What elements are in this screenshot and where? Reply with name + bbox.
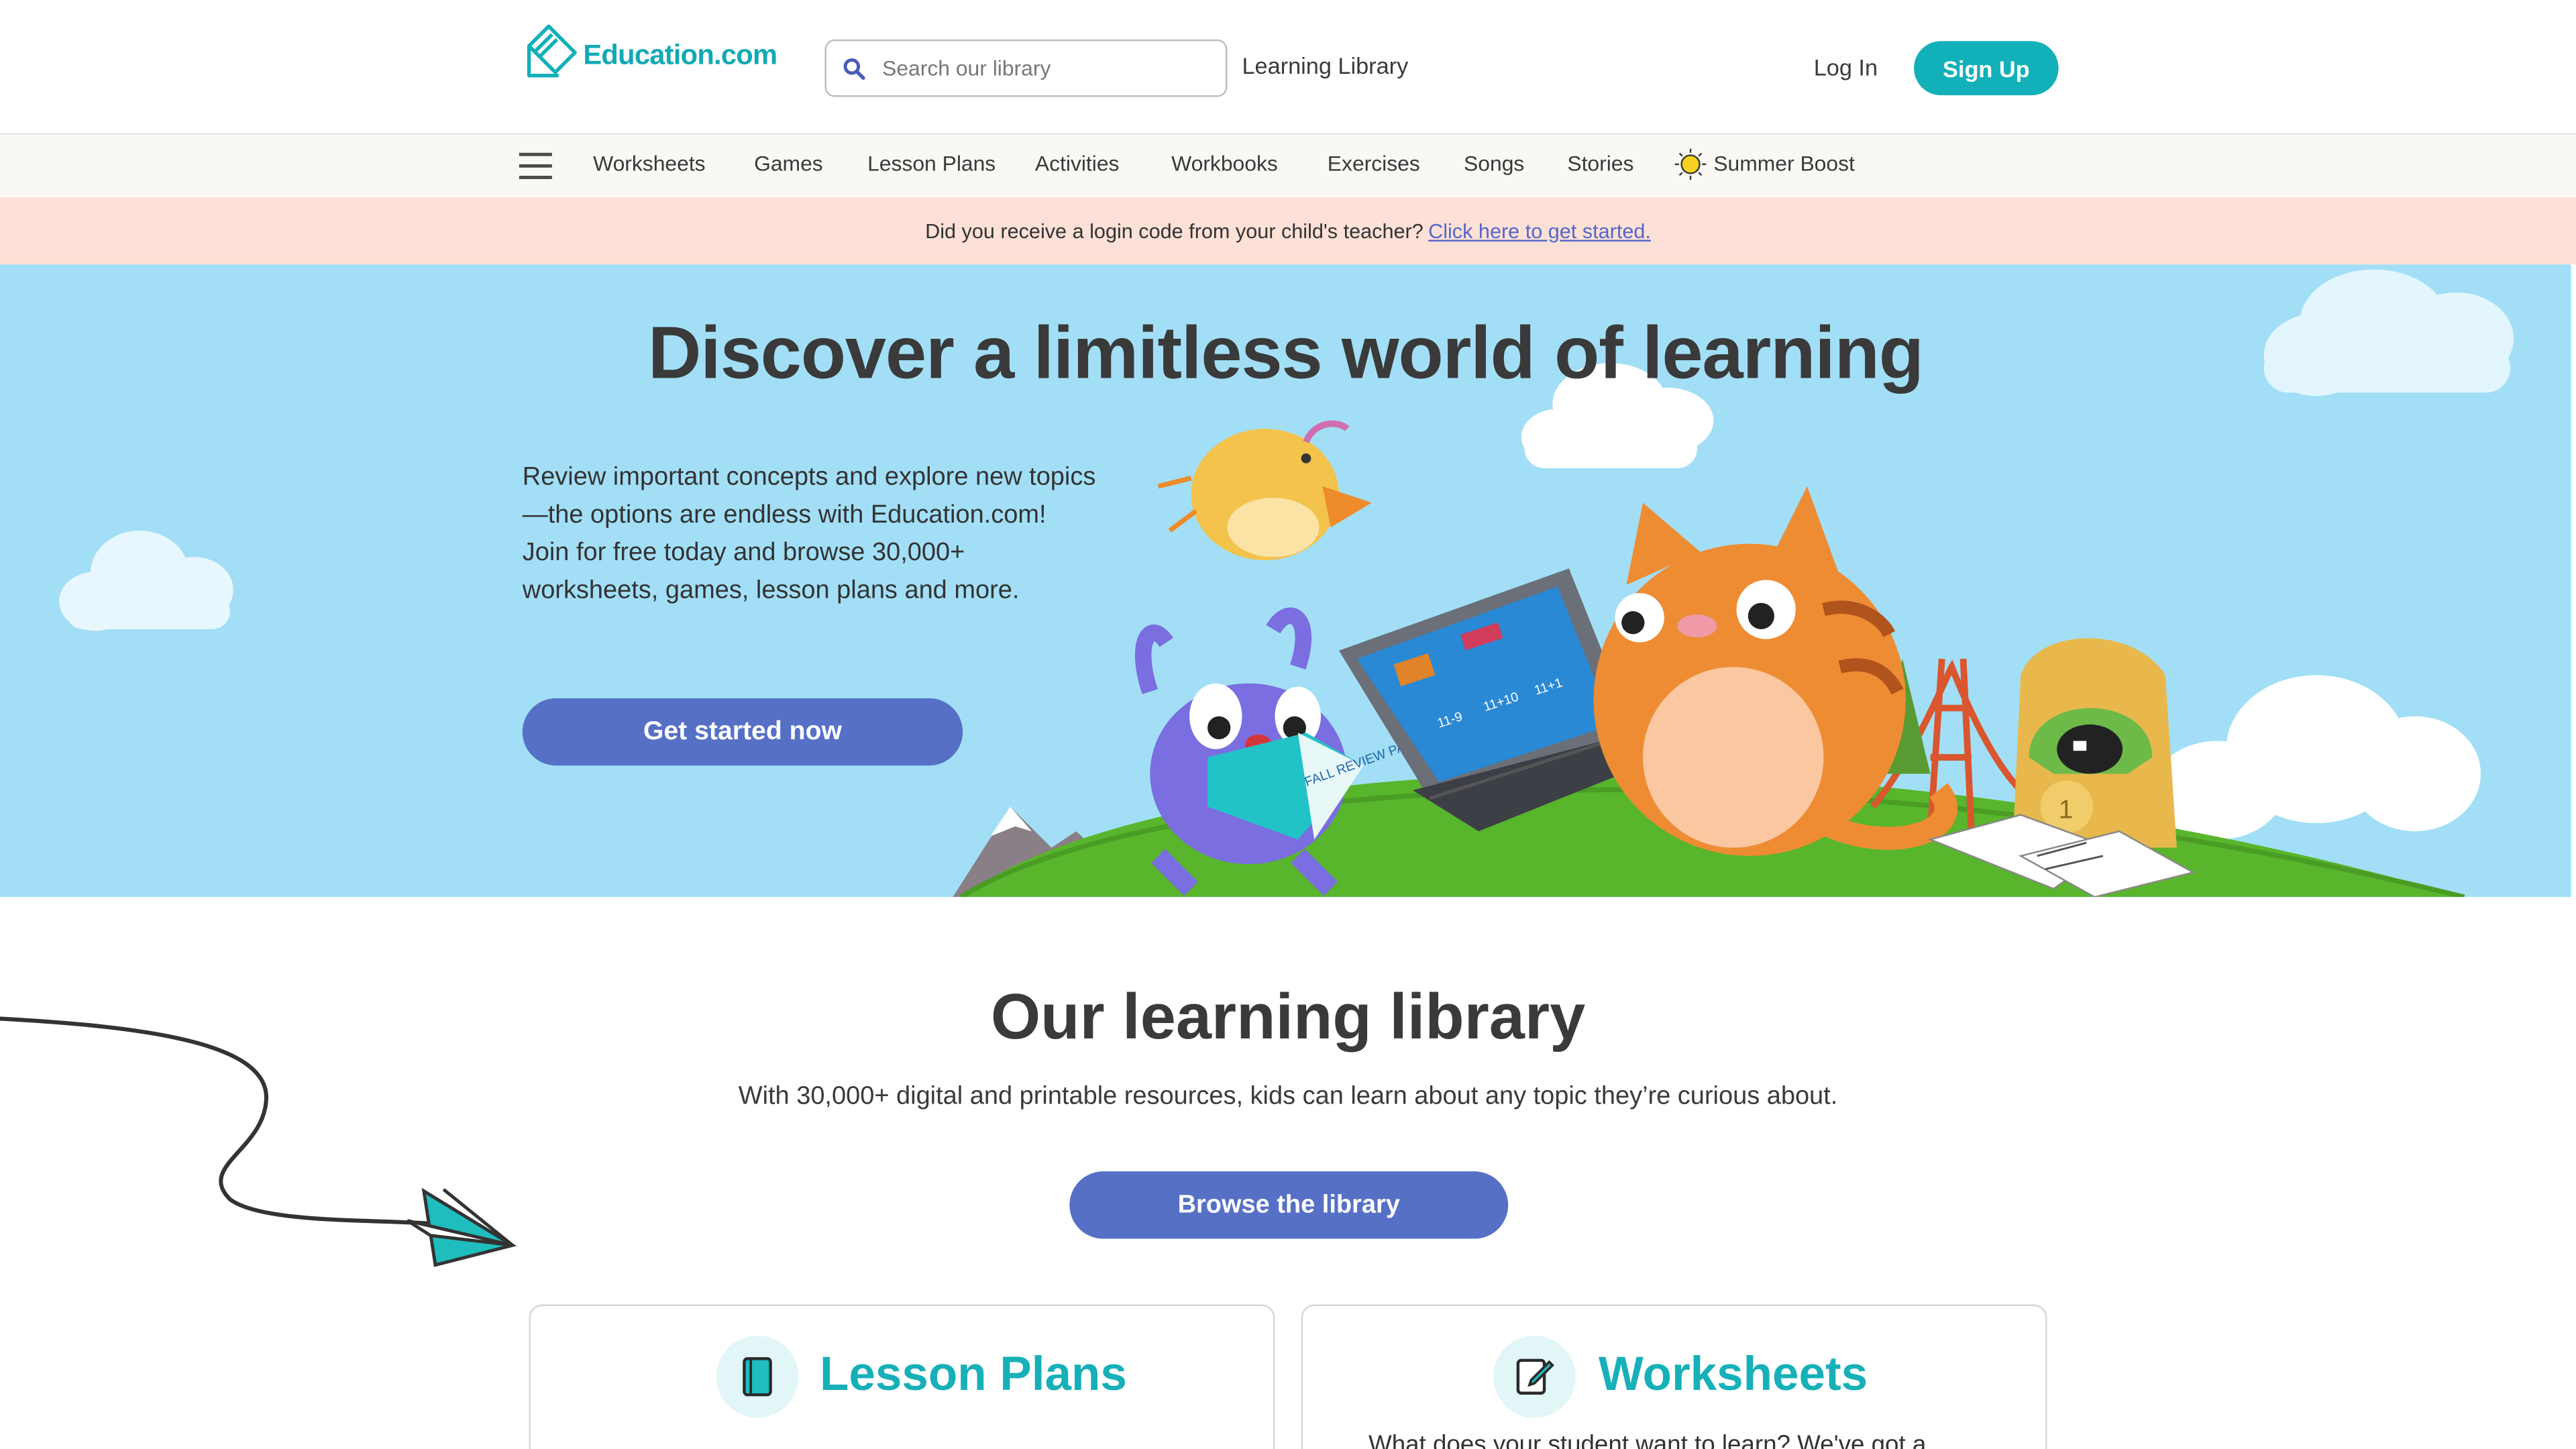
signup-button[interactable]: Sign Up [1914,41,2059,96]
worksheets-card[interactable]: Worksheets What does your student want t… [1301,1304,2047,1449]
bird-character [1157,420,1372,561]
nav-games[interactable]: Games [754,151,823,176]
site-header: Education.com Learning Library Log In Si… [0,0,2576,135]
lesson-plans-card[interactable]: Lesson Plans [529,1304,1275,1449]
get-started-button[interactable]: Get started now [522,698,963,766]
banner-text: Did you receive a login code from your c… [925,219,1424,243]
browse-library-button[interactable]: Browse the library [1069,1171,1509,1239]
teacher-code-banner: Did you receive a login code from your c… [0,197,2576,265]
nav-lesson-plans[interactable]: Lesson Plans [867,151,996,176]
book-icon [716,1336,799,1418]
nav-exercises[interactable]: Exercises [1328,151,1420,176]
nav-summer-boost[interactable]: Summer Boost [1713,151,1855,176]
logo[interactable]: Education.com [524,23,777,78]
nav-worksheets[interactable]: Worksheets [593,151,706,176]
nav-workbooks[interactable]: Workbooks [1171,151,1278,176]
library-title: Our learning library [990,982,1586,1053]
nav-songs[interactable]: Songs [1464,151,1524,176]
cloud-left [59,531,233,631]
worksheets-card-title: Worksheets [1598,1348,1868,1401]
menu-icon[interactable] [519,152,552,179]
banner-link[interactable]: Click here to get started. [1428,219,1651,242]
hero-section: FALL REVIEW PACKET 11-9 11+10 11+1 1 Dis… [0,264,2571,898]
page-root: Education.com Learning Library Log In Si… [0,0,2576,1449]
trophy-character: 1 [2012,638,2177,848]
logo-icon [527,24,577,78]
nav-stories[interactable]: Stories [1567,151,1633,176]
search-input[interactable] [882,56,1211,81]
library-subtitle: With 30,000+ digital and printable resou… [738,1082,1838,1111]
logo-text: Education.com [583,39,777,71]
main-nav: Worksheets Games Lesson Plans Activities… [0,134,2576,197]
search-icon [826,41,882,95]
hero-title: Discover a limitless world of learning [647,310,1924,394]
sun-icon [1674,148,1707,180]
login-link[interactable]: Log In [1814,54,1878,80]
search-box[interactable] [824,39,1228,97]
trophy-number: 1 [2059,796,2074,824]
nav-activities[interactable]: Activities [1035,151,1120,176]
worksheets-card-description: What does your student want to learn? We… [1368,1431,1927,1449]
hero-description: Review important concepts and explore ne… [522,463,1096,605]
worksheet-icon [1493,1336,1576,1418]
cloud-right [2152,675,2481,840]
learning-library-link[interactable]: Learning Library [1242,52,1408,78]
lesson-plans-card-title: Lesson Plans [820,1348,1127,1401]
